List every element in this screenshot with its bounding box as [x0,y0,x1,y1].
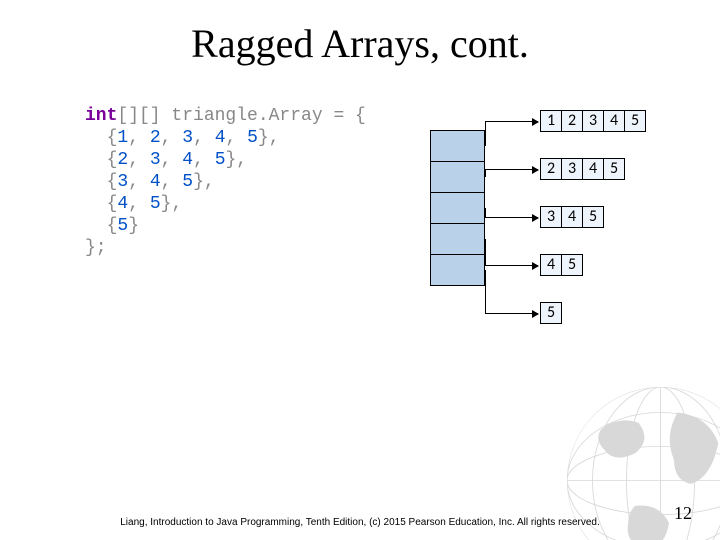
pointer-connector [485,121,486,146]
pointer-connector [485,169,486,177]
value-row: 45 [540,254,646,276]
page-number: 12 [674,503,692,524]
pointer-arrow [485,313,538,314]
value-cell: 5 [624,110,646,132]
pointer-connector [485,208,486,218]
ref-cell [430,161,485,193]
ref-cell [430,254,485,286]
value-cell: 2 [561,110,583,132]
value-cell: 4 [561,206,583,228]
ref-cell [430,223,485,255]
globe-icon [550,370,720,540]
value-cell: 5 [561,254,583,276]
pointer-connector [485,270,486,314]
value-cell: 3 [561,158,583,180]
pointer-arrow [485,265,538,266]
ref-cell [430,192,485,224]
value-cell: 1 [540,110,562,132]
ref-cell [430,130,485,162]
value-row: 2345 [540,158,646,180]
value-rows: 123452345345455 [540,110,646,350]
value-row: 345 [540,206,646,228]
value-cell: 4 [540,254,562,276]
pointer-arrow [485,121,538,122]
code-block: int[][] triangle.Array = { {1, 2, 3, 4, … [85,105,366,259]
pointer-connector [485,239,486,266]
value-cell: 5 [603,158,625,180]
pointer-arrow [485,169,538,170]
value-cell: 4 [582,158,604,180]
pointer-arrow [485,217,538,218]
copyright-footer: Liang, Introduction to Java Programming,… [0,517,720,528]
value-cell: 5 [540,302,562,324]
value-cell: 4 [603,110,625,132]
slide-title: Ragged Arrays, cont. [0,20,720,67]
value-cell: 3 [540,206,562,228]
value-cell: 2 [540,158,562,180]
value-cell: 3 [582,110,604,132]
value-cell: 5 [582,206,604,228]
reference-column [430,130,485,285]
value-row: 12345 [540,110,646,132]
value-row: 5 [540,302,646,324]
